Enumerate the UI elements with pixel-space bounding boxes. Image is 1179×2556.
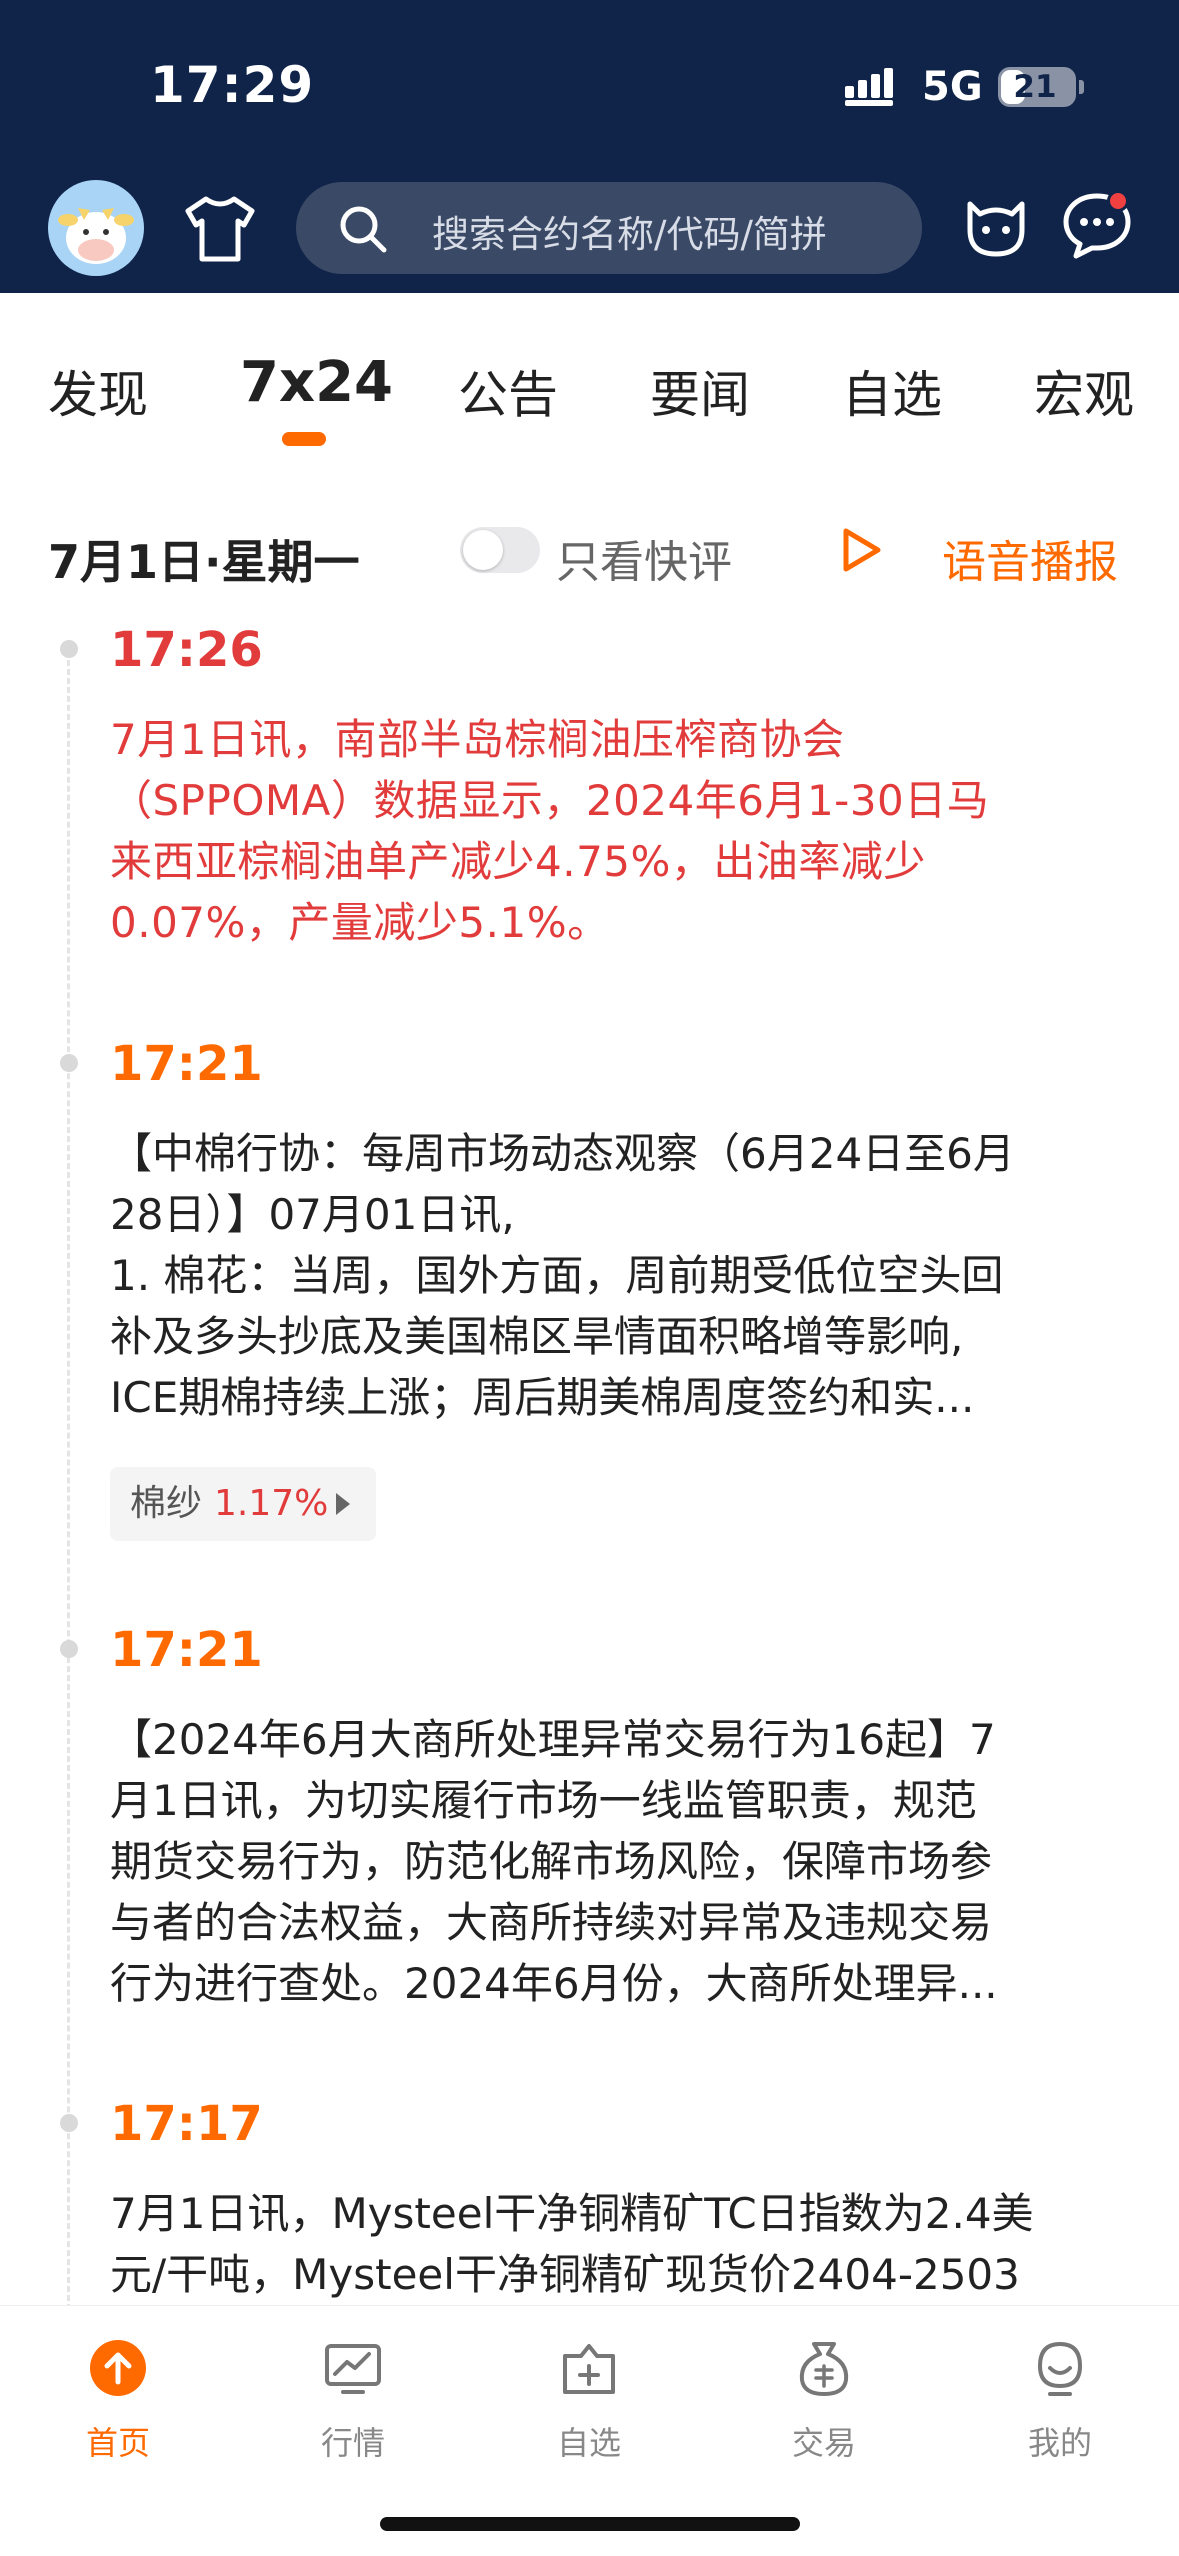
news-line: 行为进行查处。2024年6月份，大商所处理异... [110,1959,998,2008]
battery-icon: 21 [998,67,1076,107]
tab-7x24[interactable]: 7x24 [240,350,393,415]
tag-name: 棉纱 [130,1483,203,1524]
timeline-dot [60,1054,78,1072]
play-icon[interactable] [840,527,884,573]
network-label: 5G [922,64,983,110]
tab-discover[interactable]: 发现 [48,355,148,427]
tab-headlines[interactable]: 要闻 [650,355,750,427]
tag-change: 1.17% [214,1483,329,1524]
nav-label: 自选 [556,2424,621,2462]
news-line: 1. 棉花：当周，国外方面，周前期受低位空头回 [110,1251,1004,1300]
nav-market[interactable]: 行情 [283,2336,423,2464]
nav-home[interactable]: 首页 [48,2336,188,2464]
news-line: 【中棉行协：每周市场动态观察（6月24日至6月 [110,1129,1015,1178]
news-line: ICE期棉持续上涨；周后期美棉周度签约和实... [110,1373,975,1422]
search-placeholder: 搜索合约名称/代码/简拼 [432,213,827,256]
news-time: 17:21 [110,1036,263,1092]
tab-announcements[interactable]: 公告 [458,355,558,427]
nav-profile[interactable]: 我的 [990,2336,1130,2464]
category-tabs: 发现 7x24 公告 要闻 自选 宏观 [0,293,1179,453]
nav-label: 交易 [791,2424,856,2462]
timeline-dot [60,2114,78,2132]
home-icon [90,2340,146,2396]
news-item[interactable]: 【中棉行协：每周市场动态观察（6月24日至6月 28日）】07月01日讯, 1.… [110,1123,1134,1428]
timeline-dot [60,640,78,658]
voice-broadcast-button[interactable]: 语音播报 [942,526,1118,590]
watchlist-icon [563,2344,615,2394]
nav-watchlist[interactable]: 自选 [519,2336,659,2464]
search-input[interactable]: 搜索合约名称/代码/简拼 [296,182,922,274]
news-line: 7月1日讯，Mysteel干净铜精矿TC日指数为2.4美 [110,2189,1034,2238]
news-time: 17:26 [110,622,263,678]
related-contract-tag[interactable]: 棉纱 1.17% [110,1467,376,1541]
news-line: 0.07%，产量减少5.1%。 [110,898,610,947]
shirt-icon[interactable] [182,193,258,265]
news-item[interactable]: 7月1日讯，Mysteel干净铜精矿TC日指数为2.4美 元/干吨，Mystee… [110,2183,1134,2305]
news-item[interactable]: 7月1日讯，南部半岛棕榈油压榨商协会 （SPPOMA）数据显示，2024年6月1… [110,709,1134,953]
status-time: 17:29 [150,56,315,114]
toggle-label: 只看快评 [556,537,732,588]
news-line: 来西亚棕榈油单产减少4.75%，出油率减少 [110,837,926,886]
news-line: 补及多头抄底及美国棉区旱情面积略增等影响, [110,1312,964,1361]
timeline-dot [60,1640,78,1658]
news-time: 17:21 [110,1622,263,1678]
market-icon [325,2344,381,2394]
news-line: （SPPOMA）数据显示，2024年6月1-30日马 [110,776,990,825]
news-line: 【2024年6月大商所处理异常交易行为16起】7 [110,1715,996,1764]
news-line: 7月1日讯，南部半岛棕榈油压榨商协会 [110,715,845,764]
tab-macro[interactable]: 宏观 [1034,355,1134,427]
search-icon [340,206,387,253]
news-line: 元/干吨，Mysteel干净铜精矿现货价2404-2503 [110,2250,1020,2299]
nav-trade[interactable]: 交易 [754,2336,894,2464]
unread-badge [1107,190,1129,212]
timeline-line [67,660,70,2310]
arrow-right-icon [336,1493,350,1515]
cellular-signal-icon [845,68,893,106]
avatar[interactable] [48,180,144,276]
cow-avatar-icon [58,208,134,264]
quick-comment-toggle[interactable] [460,527,540,573]
home-indicator [380,2517,800,2531]
nav-label: 我的 [1027,2424,1092,2462]
trade-icon [799,2342,849,2396]
mascot-icon[interactable] [960,190,1032,262]
active-tab-indicator [282,432,326,446]
news-line: 28日）】07月01日讯, [110,1190,515,1239]
profile-icon [1037,2341,1083,2396]
news-line: 月1日讯，为切实履行市场一线监管职责，规范 [110,1776,977,1825]
tab-watchlist[interactable]: 自选 [842,355,942,427]
news-item[interactable]: 【2024年6月大商所处理异常交易行为16起】7 月1日讯，为切实履行市场一线监… [110,1709,1134,2014]
date-label: 7月1日·星期一 [48,535,360,589]
battery-level: 21 [1013,69,1057,105]
nav-label: 首页 [85,2424,150,2462]
news-time: 17:17 [110,2096,263,2152]
news-line: 与者的合法权益，大商所持续对异常及违规交易 [110,1898,993,1947]
news-line: 期货交易行为，防范化解市场风险，保障市场参 [110,1837,993,1886]
nav-label: 行情 [320,2424,385,2462]
top-header: 17:29 5G 21 搜索合约名称/代码/简拼 [0,0,1179,293]
